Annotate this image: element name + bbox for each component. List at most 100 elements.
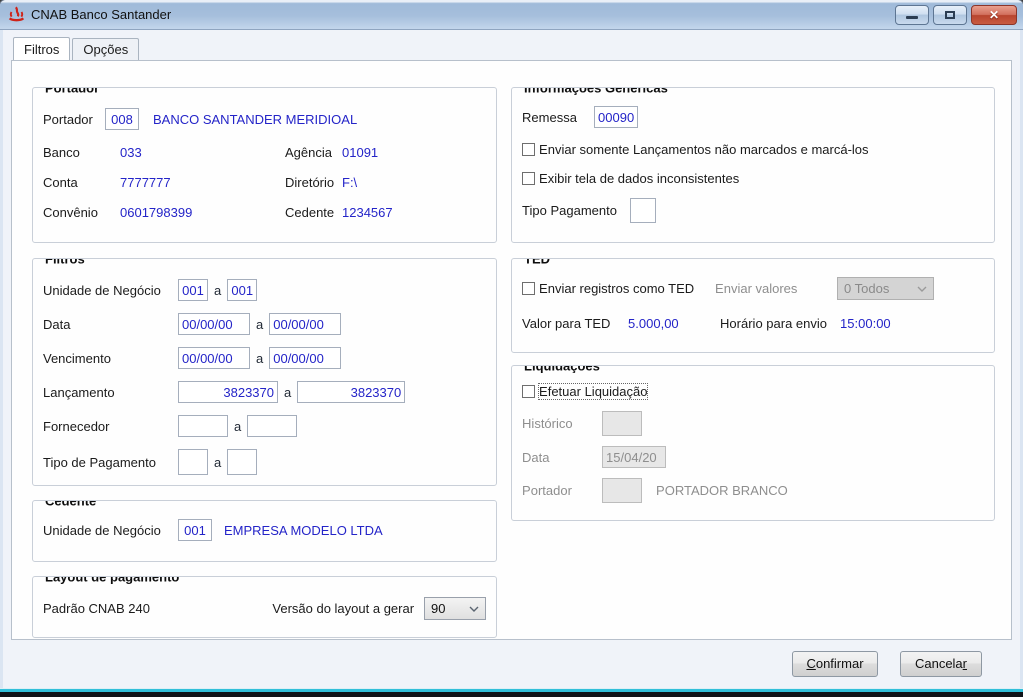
- banco-label: Banco: [43, 145, 120, 160]
- window-title: CNAB Banco Santander: [31, 7, 895, 22]
- group-portador: Portador Portador BANCO SANTANDER MERIDI…: [32, 87, 497, 243]
- filtro-tipo-pagamento-label: Tipo de Pagamento: [43, 455, 178, 470]
- versao-layout-value: 90: [431, 601, 445, 616]
- confirmar-button[interactable]: Confirmar: [792, 651, 878, 677]
- versao-layout-label: Versão do layout a gerar: [272, 601, 414, 616]
- dialog-body: Filtros Opções Portador Portador BANCO S…: [0, 30, 1023, 688]
- convenio-label: Convênio: [43, 205, 120, 220]
- titlebar[interactable]: CNAB Banco Santander ✕: [0, 0, 1023, 30]
- portador-name-value: BANCO SANTANDER MERIDIOAL: [153, 112, 357, 127]
- cedente-unidade-input[interactable]: [178, 519, 212, 541]
- banco-value: 033: [120, 145, 285, 160]
- range-separator: a: [234, 419, 241, 434]
- close-icon: ✕: [989, 9, 999, 21]
- filtro-vencimento-label: Vencimento: [43, 351, 178, 366]
- liquidacao-portador-label: Portador: [522, 483, 602, 498]
- tipo-pagamento-input[interactable]: [630, 198, 656, 223]
- group-portador-title: Portador: [41, 87, 103, 96]
- remessa-label: Remessa: [522, 110, 594, 125]
- filtro-fornecedor-from-input[interactable]: [178, 415, 228, 437]
- range-separator: a: [256, 317, 263, 332]
- filtro-lancamento-from-input[interactable]: [178, 381, 278, 403]
- group-layout-title: Layout de pagamento: [41, 576, 183, 585]
- group-liquidacoes-title: Liquidações: [520, 365, 604, 374]
- cancelar-button[interactable]: Cancelar: [900, 651, 982, 677]
- filtro-unidade-from-input[interactable]: [178, 279, 208, 301]
- range-separator: a: [214, 283, 221, 298]
- group-liquidacoes: Liquidações Efetuar Liquidação Histórico…: [511, 365, 995, 521]
- santander-flame-icon: [8, 6, 25, 23]
- footer: Confirmar Cancelar: [11, 640, 1012, 687]
- filtro-data-from-input[interactable]: [178, 313, 250, 335]
- exibir-tela-checkbox[interactable]: [522, 172, 535, 185]
- remessa-input[interactable]: [594, 106, 638, 128]
- historico-input: [602, 411, 642, 436]
- enviar-valores-label: Enviar valores: [715, 281, 837, 296]
- filtro-lancamento-label: Lançamento: [43, 385, 178, 400]
- filtro-lancamento-to-input[interactable]: [297, 381, 405, 403]
- cedente-value: 1234567: [342, 205, 393, 220]
- enviar-valores-value: 0 Todos: [844, 281, 889, 296]
- enviar-ted-label[interactable]: Enviar registros como TED: [539, 281, 715, 296]
- filtro-vencimento-to-input[interactable]: [269, 347, 341, 369]
- valor-ted-value: 5.000,00: [628, 316, 720, 331]
- filtro-fornecedor-to-input[interactable]: [247, 415, 297, 437]
- filtro-unidade-label: Unidade de Negócio: [43, 283, 178, 298]
- historico-label: Histórico: [522, 416, 602, 431]
- filtro-data-to-input[interactable]: [269, 313, 341, 335]
- diretorio-value: F:\: [342, 175, 357, 190]
- chevron-down-icon: [469, 606, 479, 612]
- filtro-vencimento-from-input[interactable]: [178, 347, 250, 369]
- close-button[interactable]: ✕: [971, 5, 1017, 25]
- dialog-window: CNAB Banco Santander ✕ Filtros Opções Po…: [0, 0, 1023, 697]
- group-cedente: Cedente Unidade de Negócio EMPRESA MODEL…: [32, 500, 497, 562]
- range-separator: a: [214, 455, 221, 470]
- conta-value: 7777777: [120, 175, 285, 190]
- tabstrip: Filtros Opções: [11, 38, 1012, 60]
- filtro-unidade-to-input[interactable]: [227, 279, 257, 301]
- enviar-somente-checkbox[interactable]: [522, 143, 535, 156]
- group-ted-title: TED: [520, 258, 554, 267]
- liquidacao-data-input: [602, 446, 666, 468]
- filtro-fornecedor-label: Fornecedor: [43, 419, 178, 434]
- group-layout: Layout de pagamento Padrão CNAB 240 Vers…: [32, 576, 497, 638]
- range-separator: a: [256, 351, 263, 366]
- diretorio-label: Diretório: [285, 175, 342, 190]
- tab-opcoes[interactable]: Opções: [72, 38, 139, 60]
- restore-button[interactable]: [933, 5, 967, 25]
- liquidacao-data-label: Data: [522, 450, 602, 465]
- valor-ted-label: Valor para TED: [522, 316, 628, 331]
- group-informacoes-title: Informações Genéricas: [520, 87, 672, 96]
- convenio-value: 0601798399: [120, 205, 285, 220]
- restore-icon: [945, 11, 955, 19]
- enviar-somente-label[interactable]: Enviar somente Lançamentos não marcados …: [539, 142, 869, 157]
- filtro-data-label: Data: [43, 317, 178, 332]
- minimize-icon: [906, 16, 918, 19]
- filtro-tipo-pagamento-to-input[interactable]: [227, 449, 257, 475]
- group-filtros-title: Filtros: [41, 258, 89, 267]
- portador-code-input[interactable]: [105, 108, 139, 130]
- group-cedente-title: Cedente: [41, 500, 100, 509]
- conta-label: Conta: [43, 175, 120, 190]
- efetuar-liquidacao-label[interactable]: Efetuar Liquidação: [539, 384, 647, 399]
- liquidacao-portador-name: PORTADOR BRANCO: [656, 483, 788, 498]
- exibir-tela-label[interactable]: Exibir tela de dados inconsistentes: [539, 171, 739, 186]
- group-filtros: Filtros Unidade de Negócio a Data a: [32, 258, 497, 486]
- filtro-tipo-pagamento-from-input[interactable]: [178, 449, 208, 475]
- horario-envio-label: Horário para envio: [720, 316, 840, 331]
- enviar-valores-select: 0 Todos: [837, 277, 934, 300]
- minimize-button[interactable]: [895, 5, 929, 25]
- portador-label: Portador: [43, 112, 105, 127]
- enviar-ted-checkbox[interactable]: [522, 282, 535, 295]
- group-ted: TED Enviar registros como TED Enviar val…: [511, 258, 995, 353]
- tab-filtros[interactable]: Filtros: [13, 37, 70, 60]
- agencia-value: 01091: [342, 145, 378, 160]
- range-separator: a: [284, 385, 291, 400]
- liquidacao-portador-input: [602, 478, 642, 503]
- tipo-pagamento-label: Tipo Pagamento: [522, 203, 630, 218]
- cedente-unidade-label: Unidade de Negócio: [43, 523, 178, 538]
- versao-layout-select[interactable]: 90: [424, 597, 486, 620]
- group-informacoes-genericas: Informações Genéricas Remessa Enviar som…: [511, 87, 995, 243]
- efetuar-liquidacao-checkbox[interactable]: [522, 385, 535, 398]
- cedente-empresa-value: EMPRESA MODELO LTDA: [224, 523, 383, 538]
